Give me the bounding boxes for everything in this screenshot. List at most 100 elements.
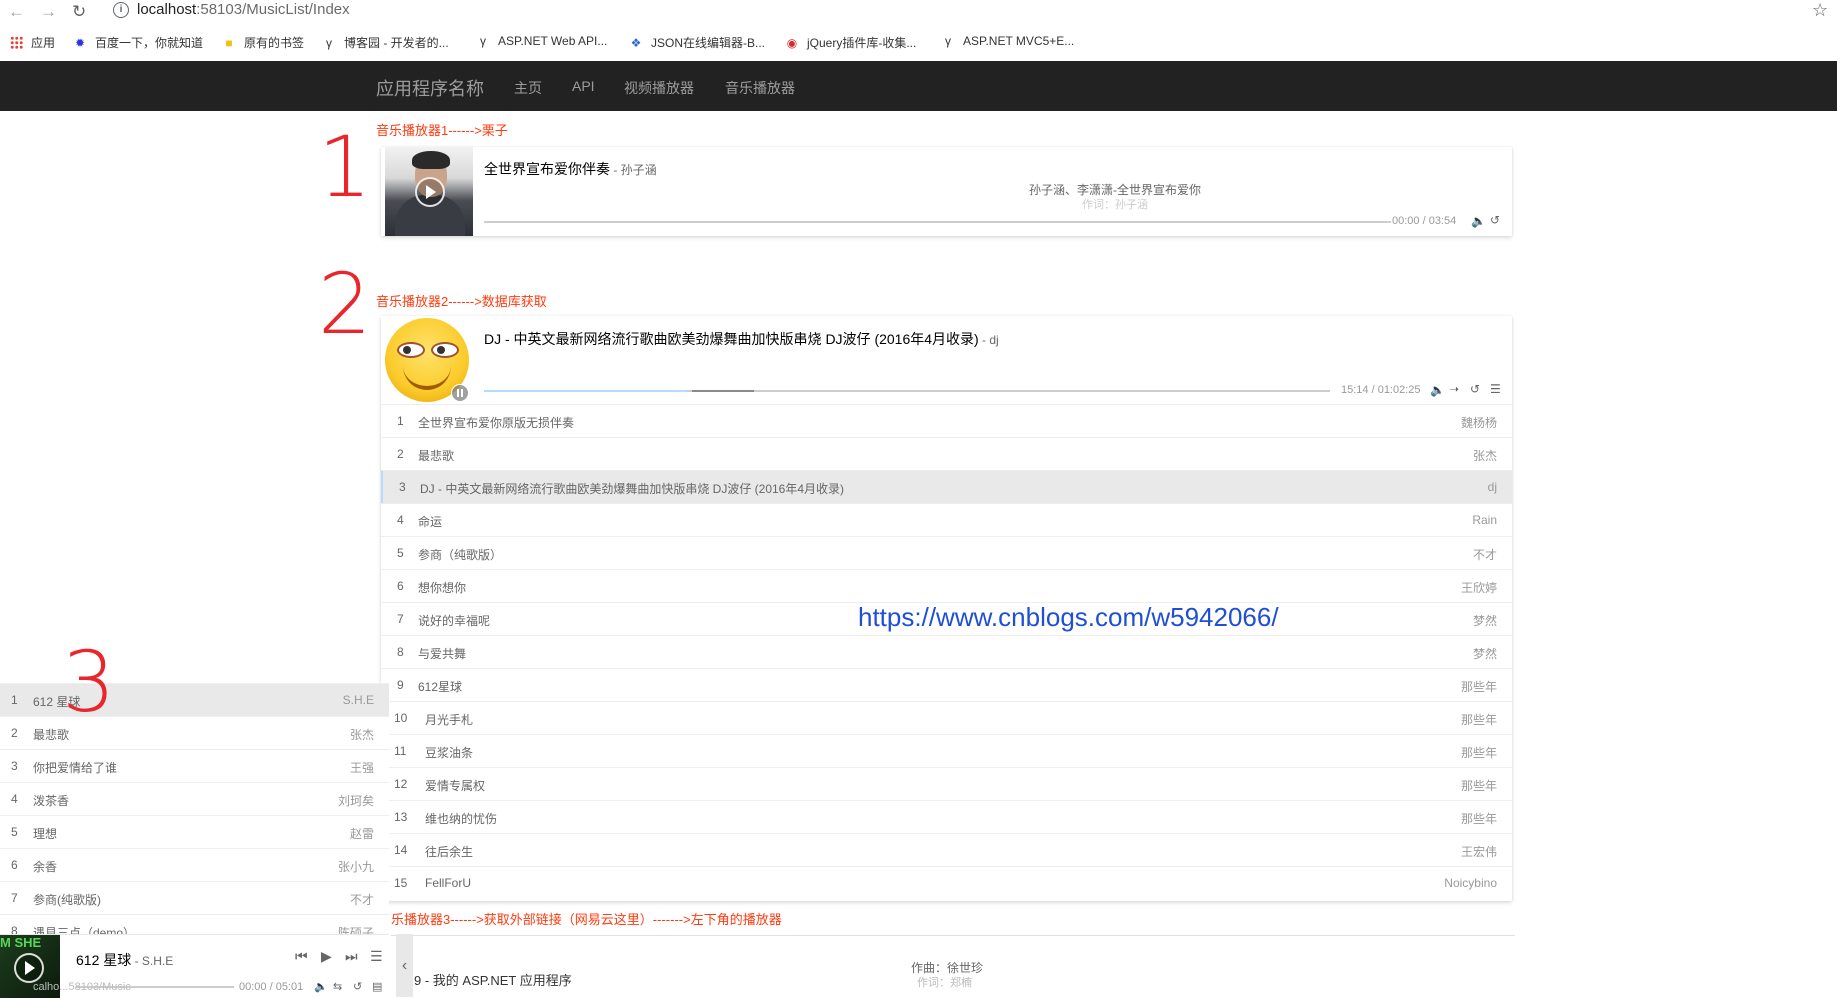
playlist-row[interactable]: 8 遇見三点（demo） 陈硕子	[0, 914, 389, 934]
progress-bar[interactable]	[484, 221, 1391, 223]
loop-icon[interactable]: ↺	[1470, 382, 1480, 396]
playlist-row[interactable]: 4 泼茶香 刘珂矣	[0, 782, 389, 815]
playlist-row[interactable]: 11 豆浆油条 那些年	[381, 734, 1512, 767]
music-player-1: 全世界宣布爱你伴奏 - 孙子涵 孙子涵、李潇潇-全世界宣布爱你 作词：孙子涵 0…	[381, 147, 1512, 236]
track-name: DJ - 中英文最新网络流行歌曲欧美劲爆舞曲加快版串烧 DJ波仔 (2016年4…	[420, 482, 845, 496]
next-icon[interactable]: ⏭	[345, 948, 358, 965]
album-cover	[383, 316, 473, 406]
playlist-row[interactable]: 4 命运 Rain	[381, 503, 1512, 536]
playlist-row[interactable]: 10 月光手札 那些年	[381, 701, 1512, 734]
playlist-row[interactable]: 1 全世界宣布爱你原版无损伴奏 魏杨杨	[381, 404, 1512, 437]
volume-icon[interactable]: 🔈	[1430, 383, 1445, 397]
loop-icon[interactable]: ↺	[353, 980, 362, 993]
track-name: 往后余生	[425, 845, 474, 859]
track-artist: 魏杨杨	[1460, 416, 1497, 430]
playlist-menu-icon[interactable]: ☰	[370, 948, 383, 965]
play-icon[interactable]	[14, 953, 44, 983]
track-name: 参商(纯歌版)	[33, 893, 101, 907]
playlist-row[interactable]: 9 612星球 那些年	[381, 668, 1512, 701]
track-name: 参商（纯歌版）	[418, 548, 503, 562]
nav-api[interactable]: API	[572, 78, 595, 94]
track-artist: 那些年	[1460, 812, 1497, 826]
play-button-icon[interactable]: ▶	[321, 948, 332, 965]
track-name: 最悲歌	[418, 449, 455, 463]
track-artist: Rain	[1472, 513, 1497, 527]
section2-heading: 音乐播放器2------>数据库获取	[376, 294, 547, 309]
playlist-row[interactable]: 13 维也纳的忧伤 那些年	[381, 800, 1512, 833]
track-index: 9	[397, 678, 404, 692]
song-title: 全世界宣布爱你伴奏 - 孙子涵	[484, 161, 657, 177]
info-icon[interactable]: i	[113, 2, 129, 18]
track-name: 遇見三点（demo）	[33, 926, 136, 934]
back-icon[interactable]: ←	[8, 2, 25, 22]
nav-video-player[interactable]: 视频播放器	[624, 78, 694, 98]
forward-icon[interactable]: →	[40, 2, 57, 22]
track-index: 3	[399, 480, 406, 494]
track-name: 豆浆油条	[425, 746, 474, 760]
bookmark-aspnet-mvc[interactable]: γ ASP.NET MVC5+E...	[941, 34, 1074, 48]
playlist-row[interactable]: 7 参商(纯歌版) 不才	[0, 881, 389, 914]
volume-icon[interactable]: 🔈	[1471, 214, 1486, 228]
playlist-row[interactable]: 6 余香 张小九	[0, 848, 389, 881]
site-brand[interactable]: 应用程序名称	[376, 75, 484, 101]
nav-home[interactable]: 主页	[514, 78, 542, 98]
playlist-row[interactable]: 14 往后余生 王宏伟	[381, 833, 1512, 866]
pause-icon[interactable]	[451, 384, 469, 402]
playlist-row[interactable]: 3 DJ - 中英文最新网络流行歌曲欧美劲爆舞曲加快版串烧 DJ波仔 (2016年…	[381, 470, 1512, 503]
bookmark-star-icon[interactable]: ☆	[1812, 0, 1828, 21]
track-index: 5	[11, 825, 18, 839]
playlist-row[interactable]: 6 想你想你 王欣婷	[381, 569, 1512, 602]
cnblogs-icon: γ	[945, 34, 951, 48]
track-name: 与爱共舞	[418, 647, 467, 661]
url-host: localhost	[137, 1, 197, 18]
playlist-row[interactable]: 2 最悲歌 张杰	[381, 437, 1512, 470]
play-icon[interactable]	[415, 177, 445, 207]
address-bar[interactable]: localhost:58103/MusicList/Index	[137, 1, 350, 18]
playlist-row[interactable]: 2 最悲歌 张杰	[0, 716, 389, 749]
loop-icon[interactable]: ↺	[1490, 213, 1500, 227]
volume-icon[interactable]: 🔈	[314, 980, 328, 993]
playlist-row[interactable]: 15 FellForU Noicybino	[381, 866, 1512, 899]
bookmark-apps[interactable]: 应用	[10, 34, 55, 51]
bookmark-aspnet-webapi[interactable]: γ ASP.NET Web API...	[476, 34, 607, 48]
track-artist: 梦然	[1472, 647, 1497, 661]
track-index: 4	[11, 792, 18, 806]
song-title: 612 星球 - S.H.E	[76, 952, 174, 968]
track-index: 14	[394, 843, 408, 857]
annotation-number-3: 3	[62, 633, 116, 731]
bookmark-folder[interactable]: ■ 原有的书签	[222, 34, 304, 51]
playlist-row[interactable]: 3 你把爱情给了谁 王强	[0, 749, 389, 782]
song-artist: - dj	[978, 333, 999, 347]
browser-toolbar: ← → ↻ i localhost:58103/MusicList/Index …	[0, 0, 1837, 25]
playlist-row[interactable]: 12 爱情专属权 那些年	[381, 767, 1512, 800]
bookmark-json-editor[interactable]: ❖ JSON在线编辑器-B...	[629, 34, 765, 51]
shuffle-icon[interactable]: ⇆	[333, 980, 342, 993]
prev-icon[interactable]: ⏮	[295, 948, 308, 965]
fixed-music-player: M SHE 612 星球 - S.H.E ⏮ ▶ ⏭ ☰ calho...581…	[0, 934, 389, 998]
nav-music-player[interactable]: 音乐播放器	[725, 78, 795, 98]
reload-icon[interactable]: ↻	[72, 2, 86, 22]
time-display: 00:00 / 03:54	[1392, 215, 1457, 227]
playlist-row[interactable]: 8 与爱共舞 梦然	[381, 635, 1512, 668]
bookmark-baidu[interactable]: ✹ 百度一下，你就知道	[73, 34, 203, 51]
track-artist: 不才	[1472, 548, 1497, 562]
annotation-number-2: 2	[318, 255, 372, 353]
track-artist: 那些年	[1460, 713, 1497, 727]
playlist-menu-icon[interactable]: ☰	[1490, 382, 1501, 396]
bookmark-jquery[interactable]: ◉ jQuery插件库-收集...	[785, 34, 917, 51]
playlist-row[interactable]: 5 参商（纯歌版） 不才	[381, 536, 1512, 569]
track-artist: 王欣婷	[1460, 581, 1497, 595]
order-icon[interactable]: ➝	[1449, 382, 1459, 396]
code-brackets-icon: ❖	[630, 36, 642, 50]
playlist-row[interactable]: 1 612 星球 S.H.E	[0, 683, 389, 716]
collapse-chevron-icon[interactable]: ‹	[396, 934, 413, 997]
track-artist: 陈硕子	[337, 926, 374, 934]
progress-loaded	[692, 390, 754, 392]
bookmark-cnblogs[interactable]: γ 博客园 - 开发者的...	[322, 34, 449, 51]
progress-played	[484, 390, 688, 392]
lyric-icon[interactable]: ▤	[372, 980, 382, 993]
progress-bar[interactable]	[484, 390, 1330, 392]
track-name: 612星球	[418, 680, 463, 694]
cover-text: M SHE	[0, 935, 42, 950]
playlist-row[interactable]: 5 理想 赵雷	[0, 815, 389, 848]
